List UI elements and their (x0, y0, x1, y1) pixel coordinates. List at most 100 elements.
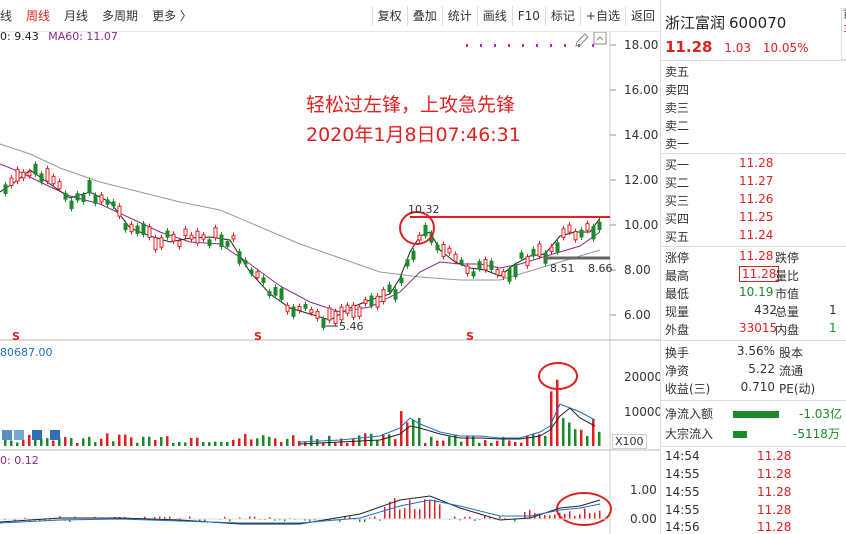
volume-bar (400, 411, 403, 446)
stat-label: 最低 (665, 287, 690, 301)
shirt-icon[interactable] (32, 430, 42, 440)
candle-body (93, 195, 98, 204)
candle-body (51, 175, 56, 185)
volume-bar (448, 436, 451, 446)
volume-bar (244, 434, 247, 446)
flow-row: 大宗流入 -5118万 (661, 425, 846, 443)
candle-body (213, 227, 218, 239)
stat-row: 外盘 33015 内盘 1 (661, 321, 846, 339)
flow-bar (733, 411, 779, 418)
candle-body (63, 192, 68, 200)
volume-bar (226, 441, 229, 446)
print-icon[interactable] (14, 430, 24, 440)
multi-period-tab[interactable]: 多周期 (95, 6, 145, 26)
candle-body (57, 181, 62, 190)
volume-bar (208, 442, 211, 446)
volume-bar (514, 442, 517, 446)
volume-bar (520, 442, 523, 446)
settings-icon[interactable] (2, 430, 12, 440)
stat-label: 量比 (775, 269, 800, 283)
macd-bar (559, 512, 561, 519)
volume-bar (496, 440, 499, 446)
candle-body (381, 289, 386, 303)
volume-bar (568, 422, 571, 446)
overlay-button[interactable]: 叠加 (406, 5, 442, 26)
stats-button[interactable]: 统计 (441, 5, 477, 26)
candle-body (249, 269, 254, 275)
stat-label: 净资 (665, 364, 690, 378)
volume-bar (466, 435, 469, 446)
volume-bar (52, 440, 55, 446)
candle-body (591, 226, 596, 240)
volume-bar (580, 429, 583, 446)
candle-body (15, 168, 20, 182)
candle-body (153, 237, 158, 251)
stat-label: 流通 (779, 364, 804, 378)
candle-body (495, 269, 500, 276)
turnover-value: 3.56% (736, 344, 775, 358)
candle-body (501, 271, 506, 278)
period-month-tab[interactable]: 月线 (57, 6, 95, 26)
volume-bar (154, 440, 157, 446)
divider (661, 340, 846, 341)
volume-bar (190, 438, 193, 446)
macd-tick-label: 1.00 (630, 483, 657, 497)
volume-bar (82, 438, 85, 446)
y-tick-label: 6.00 (624, 308, 651, 322)
volume-bars (4, 379, 601, 446)
sell-signal-marker: S (254, 330, 262, 343)
macd-bar (599, 510, 601, 519)
candle-body (273, 286, 278, 296)
candle-body (585, 223, 590, 231)
candlesticks (3, 161, 602, 331)
period-day-tab[interactable]: 线 (0, 6, 19, 26)
flow-row: 净流入额 -1.03亿 (661, 405, 846, 423)
collapse-icon[interactable] (593, 32, 607, 45)
high-price-label: 10.32 (408, 203, 440, 216)
y-tick-label: 12.00 (624, 173, 658, 187)
candle-body (375, 295, 380, 308)
candle-body (195, 230, 200, 244)
sell-row: 卖三 (661, 99, 846, 117)
restore-rights-button[interactable]: 复权 (371, 5, 407, 26)
sell-signal-marker: S (466, 330, 474, 343)
x100-badge[interactable]: X100 (612, 434, 647, 449)
add-watchlist-button[interactable]: +自选 (579, 5, 625, 26)
candle-body (327, 307, 332, 321)
grid-icon[interactable] (50, 430, 60, 440)
candle-body (237, 251, 242, 264)
volume-bar (112, 441, 115, 446)
stat-label: 最高 (665, 269, 690, 283)
side-tab[interactable]: 百 3 (841, 8, 846, 60)
tick-time: 14:55 (665, 503, 700, 517)
volume-bar (28, 434, 31, 446)
annotation-date: 2020年1月8日07:46:31 (306, 124, 521, 146)
candle-body (75, 193, 80, 201)
volume-bar (136, 442, 139, 446)
candle-body (87, 180, 92, 194)
more-menu[interactable]: 更多 〉 (145, 6, 199, 26)
chart-toolbar: 线 周线 月线 多周期 更多 〉 复权 叠加 统计 画线 F10 标记 +自选 … (0, 0, 660, 32)
volume-bar (562, 418, 565, 446)
back-button[interactable]: 返回 (624, 5, 660, 26)
candle-body (315, 311, 320, 319)
indicator-icons[interactable] (2, 430, 60, 440)
pencil-icon[interactable] (575, 33, 589, 47)
candle-body (279, 288, 284, 300)
volume-bar (334, 442, 337, 446)
stat-label: 现量 (665, 305, 690, 319)
period-week-tab[interactable]: 周线 (19, 6, 57, 26)
f10-button[interactable]: F10 (511, 5, 545, 26)
candle-body (477, 261, 482, 270)
candle-body (465, 265, 470, 275)
candle-body (219, 234, 224, 248)
sell-label: 卖三 (665, 101, 690, 115)
y-tick-label: 10.00 (624, 218, 658, 232)
volume-bar (412, 419, 415, 446)
vol-tick-label: 10000 (624, 405, 660, 419)
draw-line-button[interactable]: 画线 (476, 5, 512, 26)
mark-button[interactable]: 标记 (544, 5, 580, 26)
volume-bar (436, 440, 439, 446)
volume-bar (172, 442, 175, 446)
buy-label: 买四 (665, 212, 690, 226)
